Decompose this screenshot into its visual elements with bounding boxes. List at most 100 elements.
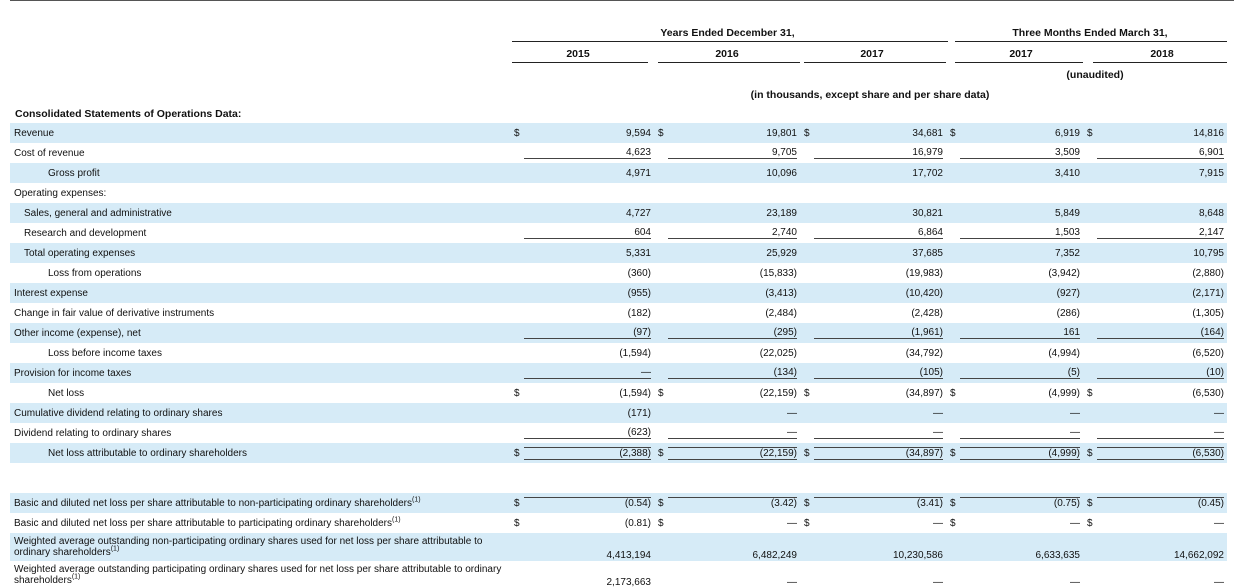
value-cell-q2017: (927) [960,283,1083,303]
currency-cell [800,363,814,383]
cell-value: 17,702 [912,167,943,179]
value-cell-2016 [668,183,800,203]
cell-value: (34,897) [905,387,943,399]
value-cell-q2017: 6,919 [960,123,1083,143]
value-cell-2015: (0.81) [524,513,654,533]
table-row: Change in fair value of derivative instr… [10,303,1227,323]
value-cell-q2018: — [1097,513,1227,533]
currency-symbol: $ [514,447,520,459]
currency-symbol: $ [658,497,664,509]
currency-symbol: $ [804,517,810,529]
currency-cell [510,223,524,243]
cell-value: (2,388) [619,447,651,459]
cell-value: (3,413) [765,287,797,299]
currency-cell [654,223,668,243]
cell-value: (6,520) [1192,347,1224,359]
cell-value: 4,727 [625,207,651,219]
currency-cell [1083,303,1097,323]
value-cell-2015: (623) [524,423,654,443]
value-cell-2017: 17,702 [814,163,946,183]
table-row: Operating expenses: [10,183,1227,203]
value-cell-2017: 16,979 [814,143,946,163]
value-cell-q2017: 3,509 [960,143,1083,163]
operations-table: Revenue $9,594 $19,801 $34,681 $6,919 $14,816… [10,123,1227,463]
cell-value: (134) [773,367,797,378]
cell-value: (0.45) [1197,498,1224,509]
currency-symbol: $ [950,447,956,459]
value-rule: 2,147 [1097,227,1224,239]
currency-cell [510,163,524,183]
currency-cell [800,403,814,423]
value-cell-q2018: (2,171) [1097,283,1227,303]
currency-cell [654,243,668,263]
value-cell-q2018: — [1097,561,1227,588]
currency-cell [1083,343,1097,363]
currency-cell [510,243,524,263]
header-col-q2018-underline [1093,62,1227,63]
currency-cell [510,423,524,443]
currency-cell [800,223,814,243]
value-cell-2015: (1,594) [524,383,654,403]
currency-cell [1083,561,1097,588]
cell-value: 8,648 [1198,207,1224,219]
row-label: Weighted average outstanding participati… [10,561,510,588]
currency-cell [1083,423,1097,443]
currency-cell [1083,263,1097,283]
header-col-q2017: 2017 [1009,48,1033,60]
currency-cell [1083,183,1097,203]
value-rule: — [814,427,943,439]
cell-value: (4,999) [1048,447,1080,459]
value-rule: (2,388) [524,446,651,460]
cell-value: (6,530) [1192,387,1224,399]
value-cell-q2018: 14,816 [1097,123,1227,143]
value-rule: (6,530) [1097,446,1224,460]
currency-cell [946,533,960,561]
header-years-group: Years Ended December 31, [660,27,795,39]
currency-symbol: $ [1087,387,1093,399]
value-cell-2017: (34,897) [814,383,946,403]
currency-cell [946,423,960,443]
currency-cell: $ [510,513,524,533]
row-label: Research and development [24,227,147,239]
cell-value: 5,849 [1054,207,1080,219]
cell-value: 10,795 [1193,247,1224,259]
value-cell-q2017: 1,503 [960,223,1083,243]
row-label: Cost of revenue [14,147,85,159]
currency-symbol: $ [804,447,810,459]
value-cell-2017 [814,183,946,203]
value-cell-q2017: (4,994) [960,343,1083,363]
currency-symbol: $ [658,387,664,399]
value-cell-q2018: (2,880) [1097,263,1227,283]
row-label: Basic and diluted net loss per share att… [10,513,510,533]
value-rule: 6,901 [1097,147,1224,159]
currency-cell [800,243,814,263]
value-cell-q2018: (6,520) [1097,343,1227,363]
value-cell-2015: — [524,363,654,383]
value-cell-2017: (1,961) [814,323,946,343]
value-cell-2015: 5,331 [524,243,654,263]
cell-value: (97) [633,327,651,338]
value-cell-2017: (19,983) [814,263,946,283]
value-cell-q2017: 5,849 [960,203,1083,223]
value-cell-2017: 37,685 [814,243,946,263]
footnote-marker: (1) [392,516,401,524]
value-cell-2017: — [814,403,946,423]
currency-cell [654,423,668,443]
value-cell-q2017: (286) [960,303,1083,323]
currency-cell: $ [654,493,668,513]
value-cell-2016: — [668,403,800,423]
currency-cell: $ [654,443,668,463]
value-rule: (97) [524,327,651,339]
value-rule: 16,979 [814,147,943,159]
currency-symbol: $ [514,127,520,139]
cell-value: 4,971 [625,167,651,179]
cell-value: (1,961) [911,327,943,338]
value-rule: — [524,367,651,379]
currency-symbol: $ [658,127,664,139]
currency-cell: $ [800,123,814,143]
cell-value: 604 [634,227,651,238]
currency-cell [654,303,668,323]
header-units-note: (in thousands, except share and per shar… [750,89,990,101]
header-years-underline [512,41,948,42]
row-label: Revenue [10,123,510,143]
